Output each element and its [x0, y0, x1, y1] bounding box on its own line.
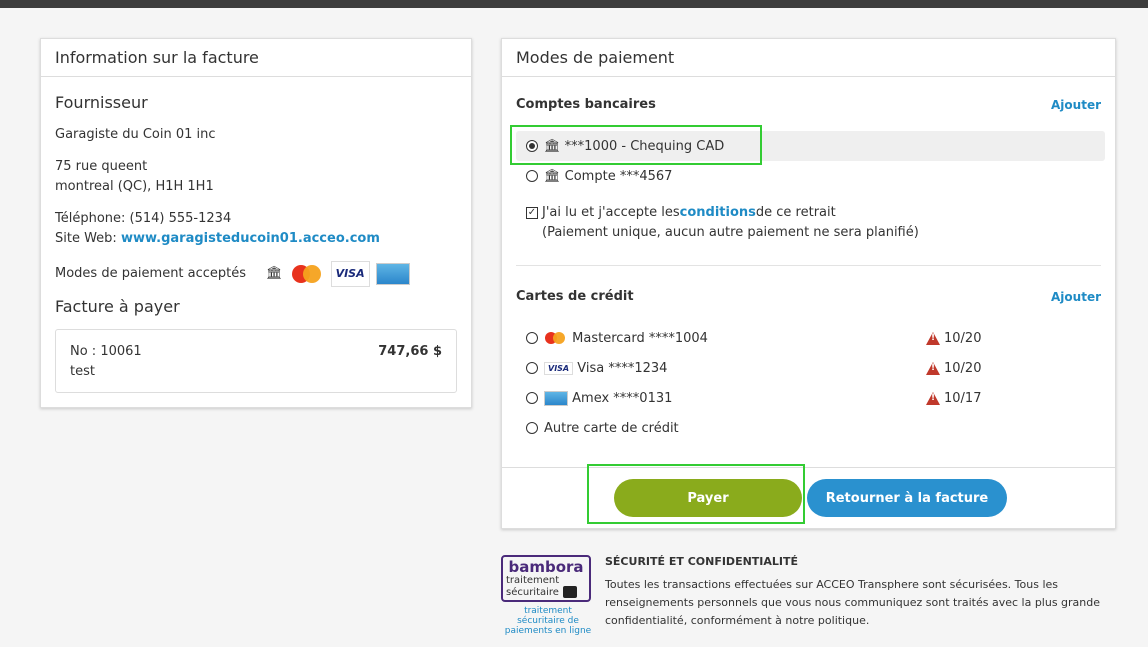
- supplier-website: Site Web: www.garagisteducoin01.acceo.co…: [55, 229, 457, 249]
- invoice-item[interactable]: No : 10061 747,66 $ test: [55, 329, 457, 393]
- consent-suffix: de ce retrait: [755, 205, 836, 220]
- card-expiry: 10/20: [944, 360, 982, 376]
- bank-account-label: Compte ***4567: [564, 168, 673, 184]
- bank-account-option-2[interactable]: 🏛 Compte ***4567: [516, 161, 1105, 191]
- add-credit-card-link[interactable]: Ajouter: [1051, 290, 1101, 304]
- invoice-amount: 747,66 $: [378, 344, 442, 359]
- bank-icon: 🏛: [266, 266, 283, 281]
- address-line-2: montreal (QC), H1H 1H1: [55, 179, 214, 194]
- invoice-panel-title: Information sur la facture: [41, 39, 471, 77]
- radio-icon[interactable]: [526, 332, 538, 344]
- back-to-invoice-button[interactable]: Retourner à la facture: [807, 479, 1007, 517]
- warning-icon: [926, 391, 940, 405]
- card-label: Amex ****0131: [572, 390, 673, 406]
- card-label: Mastercard ****1004: [572, 330, 708, 346]
- highlight-selected-account: [510, 125, 762, 165]
- card-expiry: 10/20: [944, 330, 982, 346]
- warning-icon: [926, 331, 940, 345]
- bambora-logo: bambora: [508, 558, 584, 576]
- security-section: bambora traitement sécuritaire traitemen…: [501, 555, 1116, 645]
- payment-methods-panel: Modes de paiement Comptes bancaires Ajou…: [501, 38, 1116, 529]
- warning-icon: [926, 361, 940, 375]
- radio-icon[interactable]: [526, 392, 538, 404]
- lock-icon: [562, 586, 577, 598]
- supplier-phone: Téléphone: (514) 555-1234: [55, 211, 232, 226]
- card-expiry-warning: 10/20: [926, 361, 981, 376]
- card-option-mastercard[interactable]: Mastercard ****1004 10/20: [516, 323, 1105, 353]
- supplier-heading: Fournisseur: [55, 93, 148, 112]
- badge-footer: traitement sécuritaire de paiements en l…: [504, 606, 592, 636]
- website-link[interactable]: www.garagisteducoin01.acceo.com: [121, 231, 380, 246]
- radio-icon[interactable]: [526, 422, 538, 434]
- card-expiry-warning: 10/20: [926, 331, 981, 346]
- add-bank-account-link[interactable]: Ajouter: [1051, 98, 1101, 112]
- mastercard-icon: [544, 331, 568, 345]
- highlight-pay-button: [587, 464, 805, 524]
- consent-block: ✓ J'ai lu et j'accepte les conditions de…: [516, 203, 1101, 243]
- consent-note: (Paiement unique, aucun autre paiement n…: [542, 225, 919, 240]
- consent-prefix: J'ai lu et j'accepte les: [542, 205, 680, 220]
- bank-icon: 🏛: [544, 168, 561, 184]
- payment-panel-title: Modes de paiement: [502, 39, 1115, 77]
- card-option-other[interactable]: Autre carte de crédit: [516, 413, 1105, 443]
- card-option-amex[interactable]: Amex ****0131 10/17: [516, 383, 1105, 413]
- top-bar: [0, 0, 1148, 8]
- security-title: SÉCURITÉ ET CONFIDENTIALITÉ: [605, 555, 799, 568]
- accepted-methods-label: Modes de paiement acceptés: [55, 266, 247, 281]
- radio-icon[interactable]: [526, 170, 538, 182]
- card-expiry: 10/17: [944, 390, 982, 406]
- bank-accounts-label: Comptes bancaires: [516, 97, 656, 112]
- security-body: Toutes les transactions effectuées sur A…: [605, 578, 1101, 627]
- section-divider: [516, 265, 1101, 266]
- invoice-to-pay-heading: Facture à payer: [55, 297, 180, 316]
- card-option-visa[interactable]: VISA Visa ****1234 10/20: [516, 353, 1105, 383]
- invoice-number: No : 10061: [70, 344, 142, 359]
- card-expiry-warning: 10/17: [926, 391, 981, 406]
- badge-line-2: sécuritaire: [506, 587, 559, 598]
- supplier-name: Garagiste du Coin 01 inc: [55, 127, 216, 142]
- credit-cards-label: Cartes de crédit: [516, 289, 634, 304]
- website-label: Site Web:: [55, 231, 121, 246]
- other-card-label: Autre carte de crédit: [544, 420, 679, 436]
- card-label: Visa ****1234: [577, 360, 668, 376]
- radio-icon[interactable]: [526, 362, 538, 374]
- invoice-info-panel: Information sur la facture Fournisseur G…: [40, 38, 472, 408]
- conditions-link[interactable]: conditions: [680, 203, 756, 223]
- amex-icon: [544, 390, 568, 406]
- badge-line-1: traitement: [506, 575, 560, 586]
- consent-checkbox[interactable]: ✓: [526, 207, 538, 219]
- invoice-description: test: [70, 364, 95, 379]
- bambora-badge: bambora traitement sécuritaire traitemen…: [501, 555, 595, 636]
- visa-icon: VISA: [330, 261, 370, 287]
- amex-icon: [375, 263, 410, 285]
- accepted-methods-icons: 🏛 VISA: [266, 261, 410, 287]
- visa-icon: VISA: [544, 361, 574, 375]
- mastercard-icon: [289, 264, 325, 284]
- address-line-1: 75 rue queent: [55, 159, 148, 174]
